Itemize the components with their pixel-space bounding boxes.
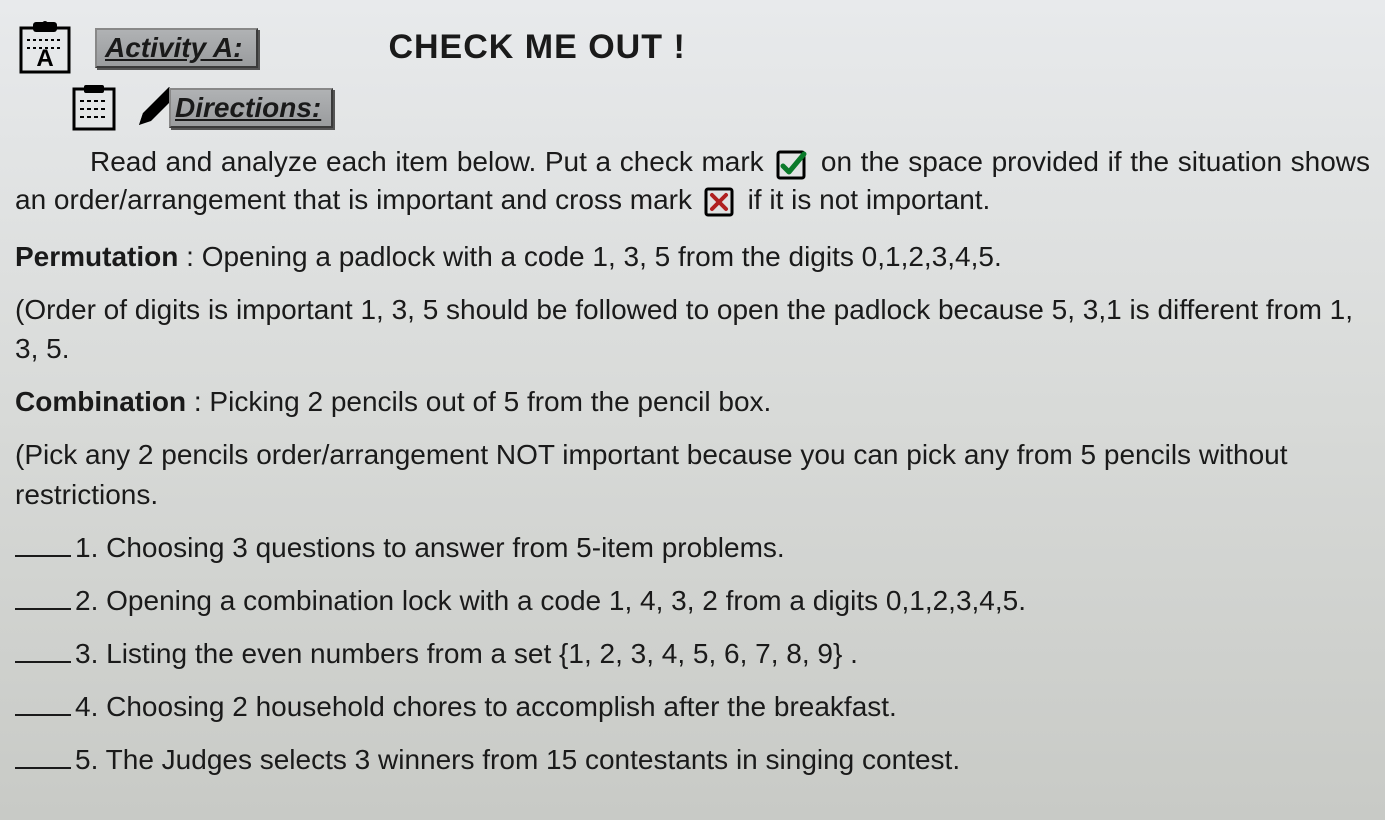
question-item: 3. Listing the even numbers from a set {…	[15, 634, 1370, 673]
permutation-label: Permutation	[15, 241, 178, 272]
question-text: Choosing 2 household chores to accomplis…	[106, 691, 897, 722]
answer-blank[interactable]	[15, 592, 71, 610]
question-number: 3.	[75, 638, 98, 669]
directions-label: Directions:	[169, 88, 333, 128]
cross-mark-icon	[704, 185, 736, 217]
check-mark-icon	[776, 148, 808, 180]
question-text: Choosing 3 questions to answer from 5-it…	[106, 532, 785, 563]
permutation-text: : Opening a padlock with a code 1, 3, 5 …	[186, 241, 1002, 272]
permutation-block: Permutation : Opening a padlock with a c…	[15, 237, 1370, 276]
question-number: 5.	[75, 744, 98, 775]
answer-blank[interactable]	[15, 751, 71, 769]
question-number: 4.	[75, 691, 98, 722]
combination-text: : Picking 2 pencils out of 5 from the pe…	[194, 386, 771, 417]
question-text: The Judges selects 3 winners from 15 con…	[106, 744, 960, 775]
question-list: 1. Choosing 3 questions to answer from 5…	[15, 528, 1370, 780]
question-item: 5. The Judges selects 3 winners from 15 …	[15, 740, 1370, 779]
answer-blank[interactable]	[15, 698, 71, 716]
question-text: Opening a combination lock with a code 1…	[106, 585, 1026, 616]
instruction-line3-suffix: if it is not important.	[748, 184, 991, 215]
permutation-note: (Order of digits is important 1, 3, 5 sh…	[15, 290, 1370, 368]
combination-block: Combination : Picking 2 pencils out of 5…	[15, 382, 1370, 421]
answer-blank[interactable]	[15, 539, 71, 557]
combination-note: (Pick any 2 pencils order/arrangement NO…	[15, 435, 1370, 513]
notepad-icon	[70, 83, 125, 133]
instruction-line3-prefix: mark	[630, 184, 692, 215]
page-title: CHECK ME OUT !	[388, 28, 685, 67]
instructions-text: Read and analyze each item below. Put a …	[15, 143, 1370, 219]
question-item: 2. Opening a combination lock with a cod…	[15, 581, 1370, 620]
question-number: 1.	[75, 532, 98, 563]
activity-label: Activity A:	[95, 28, 258, 68]
clipboard-icon: A	[15, 20, 75, 75]
question-item: 1. Choosing 3 questions to answer from 5…	[15, 528, 1370, 567]
answer-blank[interactable]	[15, 645, 71, 663]
question-number: 2.	[75, 585, 98, 616]
question-item: 4. Choosing 2 household chores to accomp…	[15, 687, 1370, 726]
instruction-line1-prefix: Read and analyze each item below. Put a …	[15, 146, 764, 177]
combination-label: Combination	[15, 386, 186, 417]
instruction-line1-suffix: on the space	[821, 146, 983, 177]
header-row: A Activity A: CHECK ME OUT !	[15, 20, 1370, 75]
directions-row: Directions:	[70, 83, 1370, 133]
svg-text:A: A	[36, 45, 53, 72]
question-text: Listing the even numbers from a set {1, …	[106, 638, 858, 669]
